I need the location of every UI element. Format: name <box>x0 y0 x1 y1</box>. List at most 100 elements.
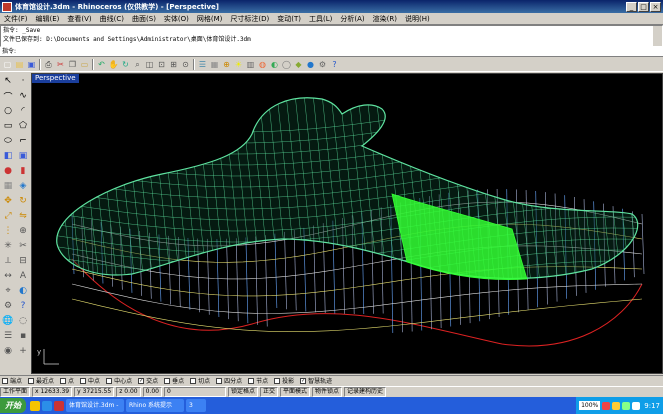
taskbar-group-window[interactable]: 3 <box>186 399 206 412</box>
mesh-icon[interactable]: ▦ <box>1 179 15 193</box>
quicklaunch-app-icon[interactable] <box>54 400 64 411</box>
zoom-selected-icon[interactable]: ⊞ <box>168 59 179 70</box>
mirror-icon[interactable]: ⇋ <box>16 209 30 223</box>
help-icon[interactable]: ? <box>329 59 340 70</box>
fillet-icon[interactable]: ⌐ <box>16 134 30 148</box>
osnap-item[interactable]: 端点 <box>2 376 22 385</box>
array-icon[interactable]: ⋮ <box>1 224 15 238</box>
osnap-item[interactable]: 最近点 <box>28 376 54 385</box>
options-icon[interactable]: ⚙ <box>317 59 328 70</box>
status-history-toggle[interactable]: 记录建构历史 <box>344 387 387 397</box>
viewport-title-tab[interactable]: Perspective <box>32 74 79 83</box>
open-icon[interactable]: ▤ <box>14 59 25 70</box>
cut-icon[interactable]: ✂ <box>55 59 66 70</box>
wireframe-icon[interactable]: ◯ <box>281 59 292 70</box>
close-button[interactable]: × <box>650 1 661 12</box>
osnap-checkbox[interactable] <box>106 377 113 384</box>
tray-network-icon[interactable] <box>612 401 621 410</box>
render-tool-icon[interactable]: ◐ <box>16 284 30 298</box>
globe-icon[interactable]: 🌐 <box>1 314 15 328</box>
pan-icon[interactable]: ✋ <box>108 59 119 70</box>
trim-icon[interactable]: ✂ <box>16 239 30 253</box>
osnap-checkbox[interactable] <box>60 377 67 384</box>
scale-icon[interactable]: ⤢ <box>1 209 15 223</box>
hide-icon[interactable]: ◌ <box>16 314 30 328</box>
explode-icon[interactable]: ✳ <box>1 239 15 253</box>
layers-icon[interactable]: ☰ <box>197 59 208 70</box>
extra-tool-icon[interactable]: + <box>16 344 30 358</box>
osnap-checkbox[interactable] <box>216 377 223 384</box>
status-layer[interactable]: 0 <box>163 387 226 397</box>
boolean-icon[interactable]: ◈ <box>16 179 30 193</box>
osnap-checkbox[interactable] <box>28 377 35 384</box>
arc-icon[interactable]: ◜ <box>16 104 30 118</box>
command-history-scrollbar[interactable] <box>653 26 662 46</box>
material-icon[interactable]: ◆ <box>293 59 304 70</box>
osnap-item[interactable]: 中点 <box>80 376 100 385</box>
menu-edit[interactable]: 编辑(E) <box>32 13 64 25</box>
help-tool-icon[interactable]: ? <box>16 299 30 313</box>
object-snap-icon[interactable]: ⊕ <box>221 59 232 70</box>
solid-box-icon[interactable]: ▣ <box>16 149 30 163</box>
menu-render[interactable]: 渲染(R) <box>369 13 401 25</box>
osnap-checkbox[interactable] <box>164 377 171 384</box>
command-history[interactable]: 指令: _Save 文件已保存到: D:\Documents and Setti… <box>0 25 663 47</box>
surface-icon[interactable]: ◧ <box>1 149 15 163</box>
minimize-button[interactable]: _ <box>626 1 637 12</box>
menu-surface[interactable]: 曲面(S) <box>128 13 160 25</box>
status-snap-toggle[interactable]: 锁定格点 <box>227 387 258 397</box>
quicklaunch-ie-icon[interactable] <box>42 400 52 411</box>
status-ortho-toggle[interactable]: 正交 <box>260 387 279 397</box>
circle-icon[interactable]: ○ <box>1 104 15 118</box>
taskbar-rhino-window[interactable]: 体育馆设计.3dm - <box>66 399 124 412</box>
perspective-viewport[interactable]: y Perspective <box>31 73 663 374</box>
osnap-checkbox[interactable] <box>2 377 8 384</box>
rhino-app-icon[interactable] <box>2 1 12 12</box>
osnap-item[interactable]: 点 <box>60 376 74 385</box>
status-planar-toggle[interactable]: 平面模式 <box>280 387 311 397</box>
osnap-checkbox[interactable]: ✓ <box>300 377 307 384</box>
curve-icon[interactable]: ∿ <box>16 89 30 103</box>
snapshot-icon[interactable]: ◉ <box>1 344 15 358</box>
command-input[interactable]: 指令: <box>0 47 663 57</box>
menu-solid[interactable]: 实体(O) <box>160 13 193 25</box>
shaded-icon[interactable]: ◐ <box>269 59 280 70</box>
osnap-item[interactable]: 四分点 <box>216 376 242 385</box>
start-button[interactable]: 开始 <box>0 398 26 413</box>
tray-zoom-level[interactable]: 100% <box>579 401 601 410</box>
group-icon[interactable]: ⊟ <box>16 254 30 268</box>
rectangle-icon[interactable]: ▭ <box>1 119 15 133</box>
rotate-tool-icon[interactable]: ↻ <box>16 194 30 208</box>
cylinder-icon[interactable]: ▮ <box>16 164 30 178</box>
save-icon[interactable]: ▣ <box>26 59 37 70</box>
quicklaunch-folder-icon[interactable] <box>30 400 40 411</box>
osnap-item[interactable]: 垂点 <box>164 376 184 385</box>
undo-icon[interactable]: ↶ <box>96 59 107 70</box>
osnap-item[interactable]: ✓ 交点 <box>138 376 158 385</box>
zoom-window-icon[interactable]: ◫ <box>144 59 155 70</box>
menu-curve[interactable]: 曲线(C) <box>96 13 128 25</box>
ellipse-icon[interactable]: ⬭ <box>1 134 15 148</box>
menu-mesh[interactable]: 网格(M) <box>193 13 227 25</box>
menu-help[interactable]: 说明(H) <box>401 13 434 25</box>
point-icon[interactable]: · <box>16 74 30 88</box>
menu-view[interactable]: 查看(V) <box>63 13 95 25</box>
split-icon[interactable]: ⟂ <box>1 254 15 268</box>
menu-file[interactable]: 文件(F) <box>0 13 32 25</box>
polygon-icon[interactable]: ⬠ <box>16 119 30 133</box>
rotate-icon[interactable]: ↻ <box>120 59 131 70</box>
menu-transform[interactable]: 变动(T) <box>273 13 305 25</box>
text-icon[interactable]: A <box>16 269 30 283</box>
analyze-icon[interactable]: ⌖ <box>1 284 15 298</box>
select-arrow-icon[interactable]: ↖ <box>1 74 15 88</box>
light-bulb-icon[interactable]: ☀ <box>233 59 244 70</box>
zoom-extents-icon[interactable]: ⊡ <box>156 59 167 70</box>
tray-ime-icon[interactable] <box>632 401 641 410</box>
taskbar-prompt-window[interactable]: Rhino 系统提示 <box>126 399 184 412</box>
new-icon[interactable]: ▢ <box>2 59 13 70</box>
lock-icon[interactable]: ▪ <box>16 329 30 343</box>
join-icon[interactable]: ⊕ <box>16 224 30 238</box>
copy-icon[interactable]: ❐ <box>67 59 78 70</box>
menu-tools[interactable]: 工具(L) <box>305 13 336 25</box>
layer-tool-icon[interactable]: ☰ <box>1 329 15 343</box>
